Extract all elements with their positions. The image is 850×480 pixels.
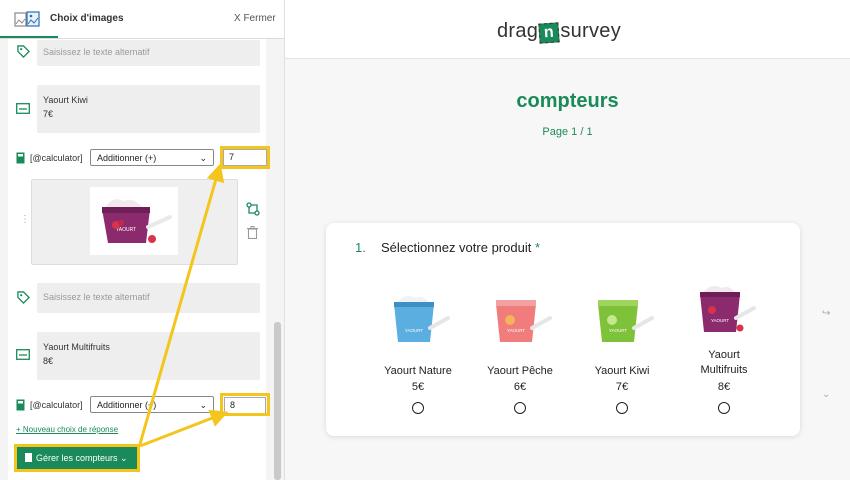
survey-header: drag n survey	[285, 0, 850, 59]
calculator-label: [@calculator]	[30, 153, 83, 163]
chevron-down-icon[interactable]: ⌄	[822, 389, 830, 400]
choice-item[interactable]: YAOURT Yaourt Multifruits 8€	[679, 283, 769, 423]
alt-text-placeholder: Saisissez le texte alternatif	[43, 47, 150, 57]
description-field[interactable]: Yaourt Multifruits 8€	[37, 332, 260, 380]
calculator-icon	[16, 399, 25, 411]
alt-text-placeholder: Saisissez le texte alternatif	[43, 292, 150, 302]
survey-title: compteurs	[516, 90, 619, 112]
active-tab-indicator	[0, 36, 58, 38]
panel-header: Choix d'images X Fermer	[0, 0, 284, 39]
required-mark: *	[534, 240, 540, 255]
choice-radio[interactable]	[412, 402, 424, 414]
tag-icon	[17, 291, 30, 304]
calculator-icon	[25, 453, 32, 462]
choice-image-card[interactable]: YAOURT	[31, 179, 238, 265]
alt-text-input[interactable]: Saisissez le texte alternatif	[37, 283, 260, 313]
choice-radio[interactable]	[514, 402, 526, 414]
choice-label: Yaourt Kiwi	[594, 365, 650, 377]
survey-preview: drag n survey compteurs Page 1 / 1 1. Séle…	[285, 0, 850, 480]
scrollbar[interactable]	[274, 322, 281, 480]
yogurt-nature-image: YAOURT	[394, 296, 450, 342]
svg-text:YAOURT: YAOURT	[711, 318, 730, 323]
manage-counters-button[interactable]: Gérer les compteurs ⌄	[14, 444, 140, 472]
alt-text-input[interactable]: Saisissez le texte alternatif	[37, 40, 260, 66]
description-name: Yaourt Multifruits	[43, 342, 110, 352]
choice-item[interactable]: YAOURT Yaourt Nature 5€	[373, 283, 463, 423]
operation-select[interactable]: Additionner (+) ⌄	[90, 396, 214, 413]
trash-icon[interactable]	[247, 226, 258, 239]
choice-label: Yaourt Pêche	[487, 365, 553, 377]
operation-value: Additionner (+)	[97, 400, 157, 410]
image-choice-icon	[14, 11, 40, 27]
brand-part: drag	[497, 20, 539, 42]
brand-n: n	[538, 22, 560, 44]
calculator-label: [@calculator]	[30, 400, 83, 410]
description-price: 8€	[43, 356, 54, 366]
page-indicator: Page 1 / 1	[542, 126, 593, 138]
manage-counters-label: Gérer les compteurs	[36, 453, 118, 463]
question-card: 1. Sélectionnez votre produit * YAOURT Y…	[326, 223, 800, 436]
brand-part: survey	[560, 20, 622, 42]
choice-price: 7€	[615, 381, 629, 393]
choice-label: Yaourt Nature	[384, 365, 452, 377]
choice-price: 5€	[411, 381, 425, 393]
new-choice-link[interactable]: + Nouveau choix de réponse	[16, 425, 118, 434]
description-field[interactable]: Yaourt Kiwi 7€	[37, 85, 260, 133]
svg-text:YAOURT: YAOURT	[609, 328, 628, 333]
question-text: Sélectionnez votre produit *	[381, 240, 540, 255]
operation-select[interactable]: Additionner (+) ⌄	[90, 149, 214, 166]
svg-text:YAOURT: YAOURT	[116, 227, 136, 233]
close-button[interactable]: X Fermer	[234, 13, 276, 24]
choice-price: 8€	[717, 381, 731, 393]
yogurt-multifruits-image: YAOURT	[700, 286, 756, 332]
svg-text:YAOURT: YAOURT	[405, 328, 424, 333]
choice-item[interactable]: YAOURT Yaourt Pêche 6€	[475, 283, 565, 423]
chevron-down-icon: ⌄	[120, 453, 128, 463]
chevron-down-icon: ⌄	[199, 153, 207, 163]
yogurt-peche-image: YAOURT	[496, 300, 552, 342]
highlight-box	[220, 146, 270, 169]
tag-icon	[17, 45, 30, 58]
yogurt-kiwi-image: YAOURT	[598, 300, 654, 342]
question-number: 1.	[355, 240, 366, 255]
chevron-down-icon: ⌄	[199, 400, 207, 410]
question-label: Sélectionnez votre produit	[381, 240, 532, 255]
highlight-box	[220, 393, 270, 416]
yogurt-multifruits-image: YAOURT	[90, 187, 178, 255]
redirect-icon[interactable]: ↪	[822, 308, 830, 319]
description-icon	[16, 103, 30, 114]
choice-radio[interactable]	[616, 402, 628, 414]
calculator-icon	[16, 152, 25, 164]
editor-panel: Choix d'images X Fermer Saisissez le tex…	[0, 0, 285, 480]
description-icon	[16, 349, 30, 360]
svg-text:YAOURT: YAOURT	[507, 328, 526, 333]
logic-icon[interactable]	[246, 202, 260, 216]
choice-radio[interactable]	[718, 402, 730, 414]
choice-price: 6€	[513, 381, 527, 393]
brand-logo: drag n survey	[497, 20, 622, 44]
description-price: 7€	[43, 109, 54, 119]
operation-value: Additionner (+)	[97, 153, 157, 163]
choice-item[interactable]: YAOURT Yaourt Kiwi 7€	[577, 283, 667, 423]
panel-title: Choix d'images	[50, 13, 124, 24]
description-name: Yaourt Kiwi	[43, 95, 88, 105]
choice-label: Yaourt Multifruits	[700, 349, 748, 376]
